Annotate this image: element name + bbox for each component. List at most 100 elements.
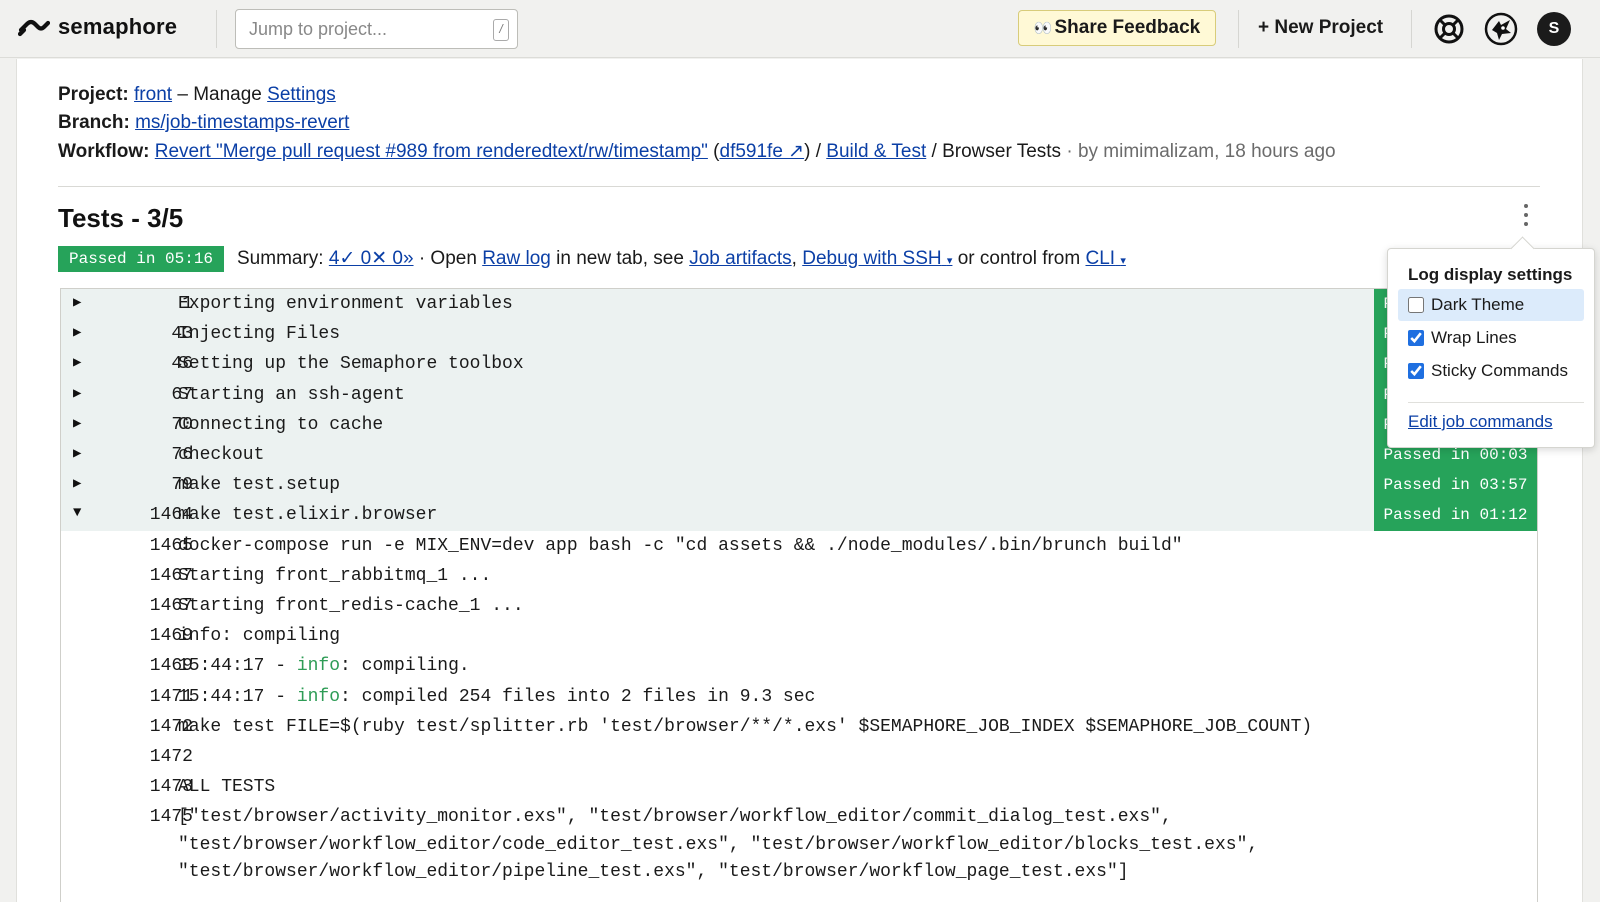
log-output-line: 1473 ALL TESTS: [61, 772, 1537, 803]
more-options-icon[interactable]: [1519, 204, 1533, 226]
branch-line: Branch: ms/job-timestamps-revert: [58, 112, 349, 134]
log-command-row[interactable]: ▶67Starting an ssh-agentPassed in 00:00: [61, 379, 1537, 411]
collapsed-triangle-icon[interactable]: ▶: [73, 445, 81, 462]
cli-link[interactable]: CLI ▾: [1085, 248, 1125, 269]
command-text: Setting up the Semaphore toolbox: [178, 354, 524, 375]
wrap-lines-checkbox[interactable]: [1408, 330, 1424, 346]
raw-log-link[interactable]: Raw log: [482, 248, 551, 269]
share-feedback-label: Share Feedback: [1054, 17, 1201, 38]
log-command-row[interactable]: ▶1Exporting environment variablesPassed …: [61, 289, 1537, 320]
project-line: Project: front – Manage Settings: [58, 84, 336, 106]
semaphore-logo[interactable]: semaphore: [18, 14, 177, 40]
new-tab-text: in new tab, see: [556, 248, 684, 269]
share-feedback-button[interactable]: 👀 Share Feedback: [1018, 10, 1216, 46]
log-output-line: 1469 info: compiling: [61, 621, 1537, 652]
output-text: 15:44:17 - info: compiling.: [178, 656, 470, 676]
timestamp-text: 15:44:17 -: [178, 656, 297, 677]
dark-theme-checkbox[interactable]: [1408, 297, 1424, 313]
summary-counts-link[interactable]: 4✓ 0✕ 0»: [329, 248, 414, 269]
command-text: Connecting to cache: [178, 414, 384, 435]
output-text: "test/browser/workflow_editor/pipeline_t…: [178, 862, 1129, 883]
divider: [1411, 10, 1412, 48]
divider: [1238, 10, 1239, 48]
eyes-icon: 👀: [1033, 20, 1053, 37]
block-name: / Browser Tests: [931, 141, 1062, 162]
divider: [58, 186, 1540, 187]
project-search-input[interactable]: [247, 18, 481, 41]
sticky-commands-option[interactable]: Sticky Commands: [1398, 355, 1584, 387]
debug-ssh-link[interactable]: Debug with SSH ▾: [802, 248, 952, 269]
output-text: make test FILE=$(ruby test/splitter.rb '…: [178, 716, 1313, 737]
lifebuoy-icon[interactable]: [1432, 12, 1466, 46]
manage-text: – Manage: [177, 84, 262, 105]
log-output-line: 1472: [61, 742, 1537, 773]
job-artifacts-link[interactable]: Job artifacts: [689, 248, 791, 269]
workflow-line: Workflow: Revert "Merge pull request #98…: [58, 141, 1336, 162]
collapsed-triangle-icon[interactable]: ▶: [73, 354, 81, 371]
output-text: Starting front_rabbitmq_1 ...: [178, 565, 492, 586]
collapsed-triangle-icon[interactable]: ▶: [73, 385, 81, 402]
pipeline-link[interactable]: Build & Test: [826, 141, 926, 162]
command-text: Starting an ssh-agent: [178, 384, 405, 405]
semaphore-logo-icon: [18, 19, 50, 37]
job-log: ▶1Exporting environment variablesPassed …: [60, 288, 1538, 902]
edit-job-commands-link[interactable]: Edit job commands: [1408, 412, 1553, 432]
debug-ssh-label: Debug with SSH: [802, 248, 942, 269]
output-text: ALL TESTS: [178, 777, 276, 798]
project-link[interactable]: front: [134, 84, 172, 105]
command-status-badge: Passed in 01:12: [1374, 500, 1537, 532]
command-text: make test.setup: [178, 475, 341, 496]
output-text: info: compiling: [178, 626, 341, 647]
log-command-row[interactable]: ▶43Injecting FilesPassed in 00:00: [61, 319, 1537, 351]
log-output-line: "test/browser/workflow_editor/code_edito…: [61, 830, 1537, 861]
chevron-down-icon: ▾: [946, 255, 953, 267]
divider: [1408, 402, 1584, 403]
log-output-line: 1465 docker-compose run -e MIX_ENV=dev ap…: [61, 531, 1537, 562]
collapsed-triangle-icon[interactable]: ▶: [73, 294, 81, 311]
log-command-row[interactable]: ▶ 76 checkout Passed in 00:03: [61, 440, 1537, 471]
line-number: 1472: [149, 747, 193, 767]
settings-link[interactable]: Settings: [267, 84, 336, 105]
log-output-line: 1471 15:44:17 - info: compiled 254 files …: [61, 682, 1537, 713]
branch-link[interactable]: ms/job-timestamps-revert: [135, 112, 349, 133]
new-project-button[interactable]: + New Project: [1258, 17, 1383, 39]
log-command-row[interactable]: ▶70Connecting to cachePassed in 00:00: [61, 409, 1537, 441]
cli-label: CLI: [1085, 248, 1116, 269]
output-text: ["test/browser/activity_monitor.exs", "t…: [178, 807, 1172, 828]
project-label: Project:: [58, 84, 129, 105]
comma: ,: [791, 248, 797, 269]
output-text: docker-compose run -e MIX_ENV=dev app ba…: [178, 535, 1183, 556]
collapsed-triangle-icon[interactable]: ▶: [73, 475, 81, 492]
command-text: Injecting Files: [178, 324, 341, 345]
command-text: make test.elixir.browser: [178, 505, 438, 526]
collapsed-triangle-icon[interactable]: ▶: [73, 415, 81, 432]
dark-theme-label: Dark Theme: [1431, 295, 1525, 314]
expanded-triangle-icon[interactable]: ▼: [73, 505, 81, 521]
log-command-row[interactable]: ▼ 1464 make test.elixir.browser Passed in 0…: [61, 500, 1537, 532]
job-summary: Summary: 4✓ 0✕ 0» · Open Raw log in new …: [237, 247, 1126, 270]
collapsed-triangle-icon[interactable]: ▶: [73, 324, 81, 341]
app-name: semaphore: [58, 14, 178, 39]
page-title: Tests - 3/5: [58, 203, 184, 233]
log-output-line: 1475 ["test/browser/activity_monitor.exs"…: [61, 802, 1537, 833]
search-shortcut-hint: /: [493, 19, 509, 41]
wrap-lines-option[interactable]: Wrap Lines: [1398, 322, 1584, 354]
sticky-commands-checkbox[interactable]: [1408, 363, 1424, 379]
output-text: Starting front_redis-cache_1 ...: [178, 596, 524, 616]
divider: [216, 10, 217, 48]
project-search[interactable]: /: [235, 9, 518, 49]
control-text: or control from: [957, 248, 1081, 269]
output-text: "test/browser/workflow_editor/code_edito…: [178, 834, 1259, 855]
output-message: : compiled 254 files into 2 files in 9.3…: [340, 686, 816, 707]
avatar[interactable]: S: [1537, 12, 1571, 46]
alien-icon[interactable]: [1484, 12, 1518, 46]
commit-link[interactable]: df591fe ↗: [720, 141, 805, 162]
log-command-row[interactable]: ▶ 79 make test.setup Passed in 03:57: [61, 470, 1537, 502]
info-keyword: info: [296, 686, 341, 707]
dark-theme-option[interactable]: Dark Theme: [1398, 289, 1584, 321]
wrap-lines-label: Wrap Lines: [1431, 328, 1517, 347]
log-output-line: 1469 15:44:17 - info: compiling.: [61, 651, 1537, 682]
workflow-link[interactable]: Revert "Merge pull request #989 from ren…: [155, 141, 708, 162]
timestamp-text: 15:44:17 -: [178, 686, 297, 707]
log-command-row[interactable]: ▶46Setting up the Semaphore toolboxPasse…: [61, 349, 1537, 381]
